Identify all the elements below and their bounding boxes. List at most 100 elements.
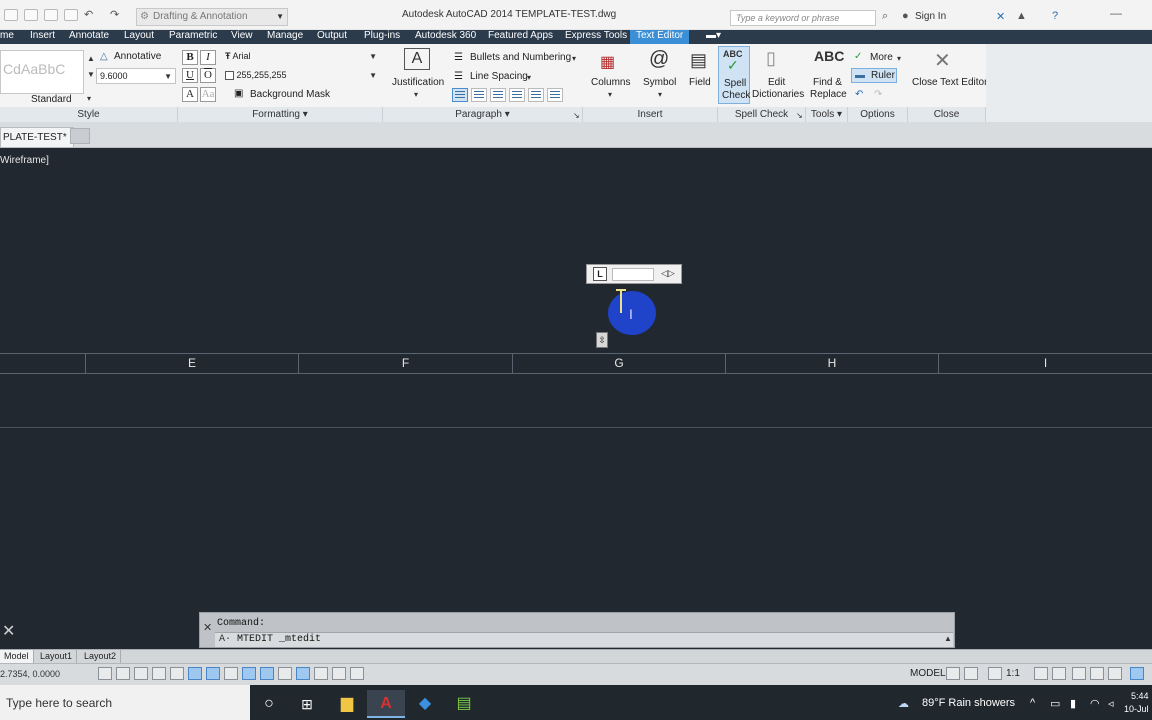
tab-parametric[interactable]: Parametric: [169, 30, 217, 44]
style-swatch[interactable]: AaBbC: [21, 61, 65, 77]
ruler-track[interactable]: [612, 268, 654, 281]
tab-text-editor[interactable]: Text Editor: [630, 30, 690, 44]
columns-button[interactable]: Columns: [591, 77, 630, 88]
spell-check-button[interactable]: ABC ✓ Spell Check: [718, 46, 750, 104]
column-header-h[interactable]: H: [726, 354, 939, 373]
dyn-icon[interactable]: [260, 667, 274, 680]
ducs-icon[interactable]: [242, 667, 256, 680]
case-icon[interactable]: Aa: [200, 87, 216, 102]
close-icon[interactable]: ✕: [2, 621, 15, 641]
tab-layout1[interactable]: Layout1: [36, 650, 78, 663]
annotation-scale-icon[interactable]: [988, 667, 1002, 680]
ruler-toggle[interactable]: ▬ Ruler: [851, 68, 897, 83]
tab-featured-apps[interactable]: Featured Apps: [488, 30, 553, 44]
account-icon[interactable]: ▲: [1016, 10, 1027, 22]
task-view-icon[interactable]: ⊞: [288, 690, 326, 718]
viewport-label[interactable]: Wireframe]: [0, 155, 49, 166]
chevron-up-icon[interactable]: ▲: [944, 634, 952, 643]
tab-home[interactable]: me: [0, 30, 14, 44]
overline-button[interactable]: O: [200, 68, 216, 83]
tab-type-button[interactable]: L: [593, 267, 607, 281]
tab-insert[interactable]: Insert: [30, 30, 55, 44]
font-dropdown[interactable]: Ŧ Arial ▼: [222, 49, 380, 65]
field-button[interactable]: Field: [689, 77, 711, 88]
osnap-icon[interactable]: [188, 667, 202, 680]
line-spacing-button[interactable]: Line Spacing: [470, 71, 528, 82]
align-right-button[interactable]: [490, 88, 506, 102]
style-gallery[interactable]: Cd AaBbC Standard: [0, 50, 84, 105]
selection-cycling-icon[interactable]: [332, 667, 346, 680]
help-icon[interactable]: ?: [1052, 10, 1058, 22]
chevron-up-icon[interactable]: ^: [1030, 697, 1035, 709]
column-header-g[interactable]: G: [513, 354, 726, 373]
more-button[interactable]: More: [870, 52, 893, 63]
grid-icon[interactable]: [134, 667, 148, 680]
close-text-editor-button[interactable]: Close Text Editor: [912, 77, 987, 88]
weather-icon[interactable]: ☁: [898, 697, 909, 710]
column-header-f[interactable]: F: [299, 354, 513, 373]
find-replace-button[interactable]: Replace: [810, 89, 847, 100]
mtext-ruler[interactable]: L ◁▷: [586, 264, 682, 284]
workspace-dropdown[interactable]: ⚙ Drafting & Annotation ▼: [136, 8, 288, 26]
network-icon[interactable]: ▭: [1050, 697, 1060, 710]
chevron-down-icon[interactable]: ▼: [87, 70, 95, 79]
justification-button[interactable]: Justification: [392, 77, 444, 88]
justify-button[interactable]: [509, 88, 525, 102]
clean-screen-icon[interactable]: [1130, 667, 1144, 680]
symbol-button[interactable]: Symbol: [643, 77, 676, 88]
print-icon[interactable]: [64, 9, 78, 21]
search-input[interactable]: Type a keyword or phrase: [730, 10, 876, 26]
user-icon[interactable]: ●: [902, 10, 909, 22]
quick-properties-icon[interactable]: [314, 667, 328, 680]
tab-express-tools[interactable]: Express Tools: [565, 30, 627, 44]
tab-model[interactable]: Model: [0, 650, 34, 663]
cortana-icon[interactable]: ○: [250, 690, 288, 718]
app-icon[interactable]: ◆: [406, 690, 444, 718]
align-center-button[interactable]: [471, 88, 487, 102]
file-explorer-icon[interactable]: ▆: [328, 690, 366, 718]
resize-handle[interactable]: ⇳: [596, 332, 608, 348]
save-icon[interactable]: [44, 9, 58, 21]
style-swatch[interactable]: Cd: [3, 61, 21, 77]
tab-manage[interactable]: Manage: [267, 30, 303, 44]
workspace-switching-icon[interactable]: [1072, 667, 1086, 680]
clock[interactable]: 5:44 10-Jul: [1124, 690, 1149, 716]
width-arrows-icon[interactable]: ◁▷: [661, 268, 675, 279]
app-icon[interactable]: ▤: [445, 690, 483, 718]
bold-button[interactable]: B: [182, 50, 198, 65]
weather-text[interactable]: 89°F Rain showers: [922, 697, 1015, 709]
lock-icon[interactable]: [1090, 667, 1104, 680]
redo-icon[interactable]: ↷: [874, 89, 882, 100]
edit-dictionaries-button[interactable]: Edit: [768, 77, 785, 88]
annotation-scale-dropdown[interactable]: 1:1: [1006, 668, 1020, 679]
tab-autodesk360[interactable]: Autodesk 360: [415, 30, 476, 44]
panel-tools[interactable]: Tools ▾: [806, 107, 848, 122]
coordinates-readout[interactable]: 2.7354, 0.0000: [0, 669, 60, 679]
binoculars-icon[interactable]: ⌕: [882, 10, 888, 23]
auto-scale-icon[interactable]: [1052, 667, 1066, 680]
text-height-field[interactable]: 9.6000 ▼: [96, 68, 176, 84]
taskbar-search[interactable]: Type here to search: [0, 685, 250, 720]
minimize-icon[interactable]: —: [1110, 6, 1122, 20]
chevron-up-icon[interactable]: ▲: [87, 54, 95, 63]
autocad-icon[interactable]: A: [367, 690, 405, 718]
infer-constraints-icon[interactable]: [98, 667, 112, 680]
bullets-button[interactable]: Bullets and Numbering: [470, 52, 571, 63]
paragraph-settings-button[interactable]: [547, 88, 563, 102]
annotative-label[interactable]: Annotative: [114, 51, 161, 62]
dialog-launcher-icon[interactable]: ↘: [573, 111, 580, 120]
undo-icon[interactable]: ↶: [855, 89, 863, 100]
microphone-icon[interactable]: ▮: [1070, 697, 1076, 710]
wifi-icon[interactable]: ◠: [1090, 697, 1100, 710]
command-input[interactable]: A· MTEDIT _mtedit: [215, 632, 953, 647]
background-mask-button[interactable]: Background Mask: [250, 89, 330, 100]
italic-button[interactable]: I: [200, 50, 216, 65]
column-header-i[interactable]: I: [939, 354, 1152, 373]
open-icon[interactable]: [24, 9, 38, 21]
sign-in-button[interactable]: Sign In: [915, 11, 946, 22]
otrack-icon[interactable]: [224, 667, 238, 680]
column-header-e[interactable]: E: [86, 354, 299, 373]
snap-icon[interactable]: [116, 667, 130, 680]
exchange-icon[interactable]: ✕: [996, 10, 1005, 23]
polar-icon[interactable]: [170, 667, 184, 680]
